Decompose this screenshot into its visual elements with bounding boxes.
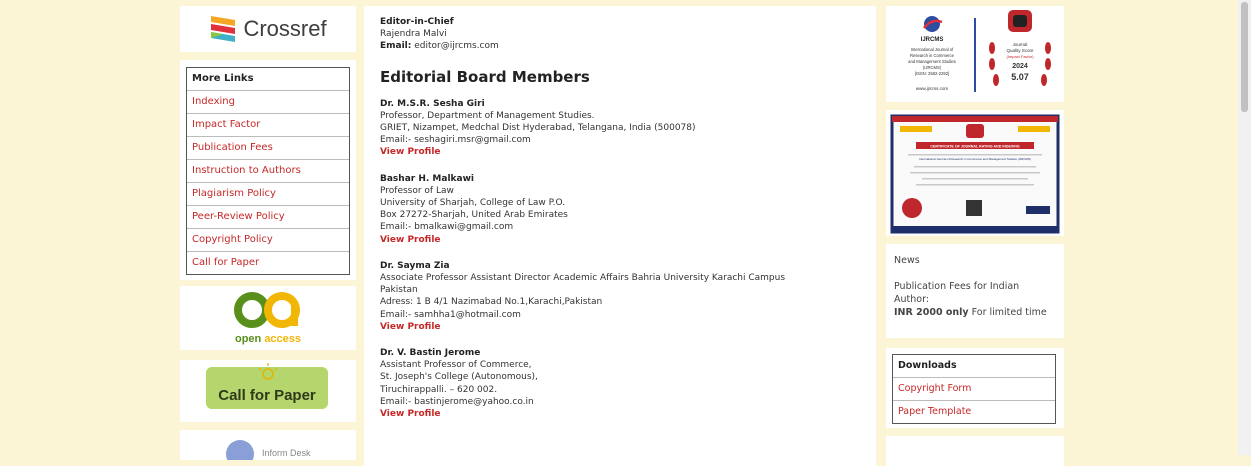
- crossref-logo-icon: [211, 16, 236, 42]
- inform-desk-icon: Inform Desk: [226, 440, 311, 460]
- downloads-title: Downloads: [893, 355, 1055, 378]
- board-member: Dr. V. Bastin Jerome Assistant Professor…: [380, 347, 860, 420]
- member-name: Bashar H. Malkawi: [380, 173, 474, 184]
- downloads-card: Downloads Copyright Form Paper Template: [886, 348, 1064, 428]
- badge-score-line: Journal: [1013, 42, 1028, 47]
- board-member: Bashar H. Malkawi Professor of Law Unive…: [380, 173, 860, 246]
- member-email: Email:- seshagiri.msr@gmail.com: [380, 135, 531, 146]
- member-email: Email:- bmalkawi@gmail.com: [380, 222, 514, 233]
- link-instruction-to-authors[interactable]: Instruction to Authors: [187, 160, 349, 183]
- news-offer: INR 2000 only For limited time: [894, 306, 1056, 319]
- editor-email[interactable]: editor@ijrcms.com: [414, 41, 498, 51]
- badge-score-line: Quality Score: [1006, 48, 1034, 53]
- member-detail: Tiruchirappalli. – 620 002.: [380, 384, 498, 395]
- crossref-wordmark: Crossref: [243, 16, 327, 41]
- badge-journal-line: International Journal of: [911, 47, 954, 52]
- member-detail: Pakistan: [380, 285, 418, 296]
- left-bottom-text: Inform Desk: [262, 448, 311, 458]
- call-for-paper-text: Call for Paper: [218, 387, 316, 404]
- badge-journal-line: [ISSN: 2582-2292]: [915, 71, 949, 76]
- more-links-title: More Links: [187, 68, 349, 91]
- member-detail: Box 27272-Sharjah, United Arab Emirates: [380, 210, 568, 221]
- certificate-card[interactable]: CERTIFICATE OF JOURNAL RATING AND INDEXI…: [886, 110, 1064, 236]
- more-links-card: More Links Indexing Impact Factor Public…: [180, 60, 356, 280]
- member-name: Dr. M.S.R. Sesha Giri: [380, 98, 485, 109]
- link-plagiarism-policy[interactable]: Plagiarism Policy: [187, 183, 349, 206]
- download-copyright-form[interactable]: Copyright Form: [893, 378, 1055, 401]
- board-member: Dr. M.S.R. Sesha Giri Professor, Departm…: [380, 98, 860, 159]
- open-access-logo-icon: open access: [234, 292, 301, 345]
- badge-score: 5.07: [1011, 72, 1029, 82]
- link-copyright-policy[interactable]: Copyright Policy: [187, 229, 349, 252]
- download-paper-template[interactable]: Paper Template: [893, 401, 1055, 423]
- badge-org: IJRCMS: [921, 37, 944, 43]
- news-title: News: [894, 255, 920, 266]
- badge-journal-line: and Management Studies: [908, 59, 956, 64]
- crossref-logo-card[interactable]: Crossref: [180, 6, 356, 52]
- news-text: Publication Fees for Indian Author:: [894, 281, 1020, 305]
- call-for-paper-banner: Call for Paper: [206, 363, 328, 409]
- link-indexing[interactable]: Indexing: [187, 91, 349, 114]
- member-detail: Associate Professor Assistant Director A…: [380, 273, 786, 284]
- more-links-box: More Links Indexing Impact Factor Public…: [186, 67, 350, 275]
- badge-journal-line: Research in Commerce: [910, 53, 955, 58]
- member-detail: GRIET, Nizampet, Medchal Dist Hyderabad,…: [380, 123, 696, 134]
- downloads-box: Downloads Copyright Form Paper Template: [892, 354, 1056, 424]
- member-name: Dr. V. Bastin Jerome: [380, 348, 481, 359]
- member-email: Email:- bastinjerome@yahoo.co.in: [380, 396, 534, 407]
- member-name: Dr. Sayma Zia: [380, 260, 450, 271]
- member-detail: University of Sharjah, College of Law P.…: [380, 198, 566, 209]
- member-detail: St. Joseph's College (Autonomous),: [380, 372, 538, 383]
- open-access-text-access: access: [264, 333, 301, 345]
- member-detail: Adress: 1 B 4/1 Nazimabad No.1,Karachi,P…: [380, 297, 603, 308]
- badge-url: www.ijrcms.com: [916, 86, 949, 91]
- main-content: Editor-in-Chief Rajendra Malvi Email: ed…: [364, 6, 876, 466]
- view-profile-link[interactable]: View Profile: [380, 408, 860, 420]
- editor-in-chief-label: Editor-in-Chief: [380, 17, 454, 27]
- view-profile-link[interactable]: View Profile: [380, 321, 860, 333]
- certificate-image: CERTIFICATE OF JOURNAL RATING AND INDEXI…: [890, 114, 1060, 234]
- certificate-title: CERTIFICATE OF JOURNAL RATING AND INDEXI…: [930, 145, 1020, 149]
- link-impact-factor[interactable]: Impact Factor: [187, 114, 349, 137]
- editorial-board-heading: Editorial Board Members: [380, 67, 590, 86]
- news-offer-rest: For limited time: [968, 307, 1047, 318]
- member-detail: Assistant Professor of Commerce,: [380, 360, 532, 371]
- badge-score-line: (Impact Factor): [1006, 54, 1034, 59]
- view-profile-link[interactable]: View Profile: [380, 234, 860, 246]
- ijrcms-badge-card[interactable]: IJRCMS International Journal of Research…: [886, 6, 1064, 102]
- right-bottom-card: [886, 436, 1064, 466]
- badge-journal-line: (IJRCMS): [923, 65, 942, 70]
- call-for-paper-card[interactable]: Call for Paper: [180, 360, 356, 422]
- view-profile-link[interactable]: View Profile: [380, 146, 860, 158]
- editor-in-chief-name: Rajendra Malvi: [380, 29, 447, 40]
- link-publication-fees[interactable]: Publication Fees: [187, 137, 349, 160]
- scrollbar-thumb[interactable]: [1241, 2, 1248, 112]
- member-detail: Professor, Department of Management Stud…: [380, 110, 595, 121]
- page-scrollbar[interactable]: [1238, 0, 1251, 455]
- svg-text:open access: open access: [235, 333, 301, 345]
- board-member: Dr. Sayma Zia Associate Professor Assist…: [380, 260, 860, 333]
- member-detail: Professor of Law: [380, 185, 454, 196]
- link-call-for-paper[interactable]: Call for Paper: [187, 252, 349, 274]
- news-card: News Publication Fees for Indian Author:…: [886, 244, 1064, 338]
- left-bottom-card[interactable]: Inform Desk: [180, 430, 356, 460]
- editor-email-line: Email: editor@ijrcms.com: [380, 41, 499, 52]
- certificate-journal: International Journal of Research in Com…: [919, 157, 1031, 161]
- open-access-text-open: open: [235, 333, 264, 345]
- open-access-card[interactable]: open access: [180, 286, 356, 350]
- member-email: Email:- samhha1@hotmail.com: [380, 309, 521, 320]
- news-price: INR 2000 only: [894, 307, 969, 318]
- ijrcms-badge: IJRCMS International Journal of Research…: [908, 10, 1051, 92]
- badge-year: 2024: [1012, 63, 1028, 70]
- link-peer-review-policy[interactable]: Peer-Review Policy: [187, 206, 349, 229]
